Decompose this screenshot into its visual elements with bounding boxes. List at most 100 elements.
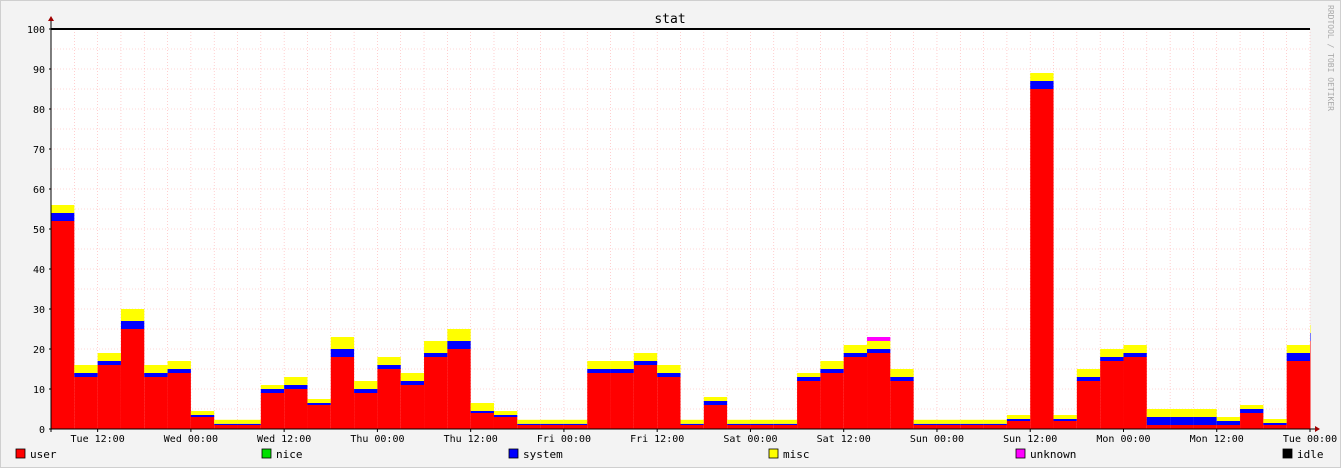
bar-user: [167, 373, 191, 429]
bar-user: [51, 221, 75, 429]
legend-swatch: [1015, 448, 1026, 459]
bar-misc: [773, 419, 798, 424]
bar-misc: [680, 419, 704, 424]
bar-system: [354, 389, 378, 393]
x-tick-label: Wed 00:00: [164, 434, 218, 445]
bar-user: [1170, 425, 1194, 429]
bar-system: [1170, 417, 1194, 425]
bar-user: [1310, 341, 1311, 429]
bar-misc: [1146, 409, 1171, 417]
bar-system: [983, 423, 1007, 425]
bar-misc: [517, 419, 541, 424]
legend-label: nice: [276, 448, 303, 461]
bar-system: [330, 349, 355, 357]
bar-system: [51, 213, 75, 221]
bar-user: [867, 353, 891, 429]
bar-system: [74, 373, 98, 377]
bar-misc: [540, 419, 564, 424]
bar-user: [960, 425, 984, 429]
bar-system: [727, 423, 751, 425]
bar-user: [214, 425, 238, 429]
bar-misc: [727, 419, 751, 424]
bar-user: [750, 425, 774, 429]
bar-system: [1240, 409, 1264, 413]
bar-misc: [307, 399, 331, 403]
y-tick-label: 20: [33, 345, 45, 356]
bar-system: [657, 373, 681, 377]
bar-misc: [960, 419, 984, 424]
bar-system: [167, 369, 191, 373]
x-tick-label: Thu 12:00: [444, 434, 498, 445]
bar-system: [1310, 333, 1311, 341]
bar-misc: [167, 361, 191, 369]
bar-system: [377, 365, 401, 369]
bar-system: [867, 349, 891, 353]
bar-user: [237, 425, 261, 429]
bar-user: [517, 425, 541, 429]
bar-user: [307, 405, 331, 429]
x-tick-label: Tue 12:00: [71, 434, 125, 445]
chart-title: stat: [654, 12, 685, 27]
bar-system: [1193, 417, 1217, 425]
bar-misc: [424, 341, 448, 353]
bar-misc: [610, 361, 634, 369]
legend-label: misc: [783, 448, 810, 461]
bar-misc: [750, 419, 774, 424]
bar-system: [563, 423, 588, 425]
bar-misc: [1170, 409, 1194, 417]
bar-user: [144, 377, 168, 429]
bar-system: [1216, 421, 1241, 425]
legend-swatch: [15, 448, 26, 459]
bar-system: [1100, 357, 1124, 361]
bar-user: [1100, 361, 1124, 429]
bar-user: [797, 381, 821, 429]
bar-system: [936, 423, 961, 425]
y-tick-label: 50: [33, 225, 45, 236]
bar-user: [330, 357, 355, 429]
bar-misc: [913, 419, 937, 424]
bar-user: [1123, 357, 1147, 429]
bar-user: [843, 357, 868, 429]
bar-user: [1193, 425, 1217, 429]
bar-system: [820, 369, 844, 373]
bar-system: [260, 389, 285, 393]
bar-user: [703, 405, 728, 429]
bar-misc: [400, 373, 425, 381]
x-tick-label: Fri 00:00: [537, 434, 591, 445]
bar-misc: [797, 373, 821, 377]
bar-system: [190, 415, 215, 417]
bar-system: [1286, 353, 1310, 361]
bar-user: [354, 393, 378, 429]
bar-misc: [284, 377, 308, 385]
bar-system: [960, 423, 984, 425]
bar-misc: [470, 403, 494, 411]
x-tick-label: Sun 00:00: [910, 434, 964, 445]
bar-system: [1053, 419, 1077, 421]
bar-system: [424, 353, 448, 357]
bar-system: [493, 415, 518, 417]
x-tick-label: Mon 00:00: [1096, 434, 1150, 445]
bar-system: [1030, 81, 1054, 89]
bar-misc: [377, 357, 401, 365]
bar-misc: [144, 365, 168, 373]
bar-user: [913, 425, 937, 429]
bar-misc: [97, 353, 121, 361]
bar-misc: [190, 411, 215, 415]
bar-user: [400, 385, 425, 429]
legend-swatch: [261, 448, 272, 459]
bar-system: [120, 321, 145, 329]
stat-chart: 0 10 20 30 40 50 60 70 80 90 100 Tue 12:00 Wed 00:0…: [0, 0, 1341, 468]
bar-misc: [983, 419, 1007, 424]
bar-system: [284, 385, 308, 389]
bar-system: [913, 423, 937, 425]
bar-misc: [493, 411, 518, 415]
y-tick-label: 60: [33, 185, 45, 196]
bar-user: [74, 377, 98, 429]
bar-misc: [1123, 345, 1147, 353]
legend-label: idle: [1297, 448, 1324, 461]
x-tick-label: Mon 12:00: [1190, 434, 1244, 445]
bar-system: [1006, 419, 1031, 421]
bar-system: [890, 377, 914, 381]
bar-user: [447, 349, 471, 429]
bar-user: [773, 425, 798, 429]
